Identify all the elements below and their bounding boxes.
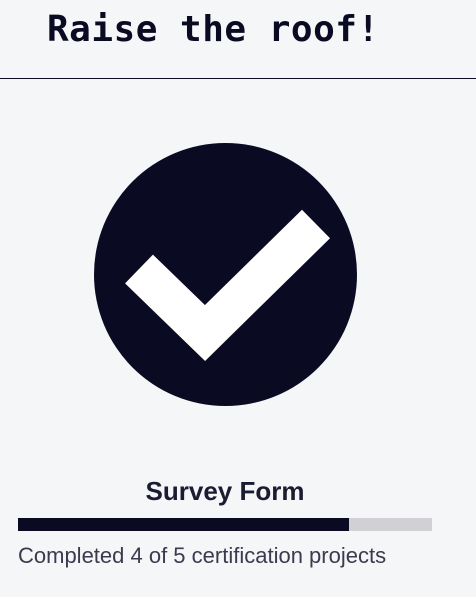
progress-text: Completed 4 of 5 certification projects [18,543,387,568]
progress-bar [18,518,432,531]
completion-badge [94,143,357,406]
badge-circle [94,143,357,406]
progress-bar-fill [18,518,350,531]
headline: Raise the roof! [47,9,380,50]
checkmark-circle-icon [94,143,357,406]
project-title: Survey Form [145,476,305,506]
page-header: Raise the roof! [0,0,476,79]
